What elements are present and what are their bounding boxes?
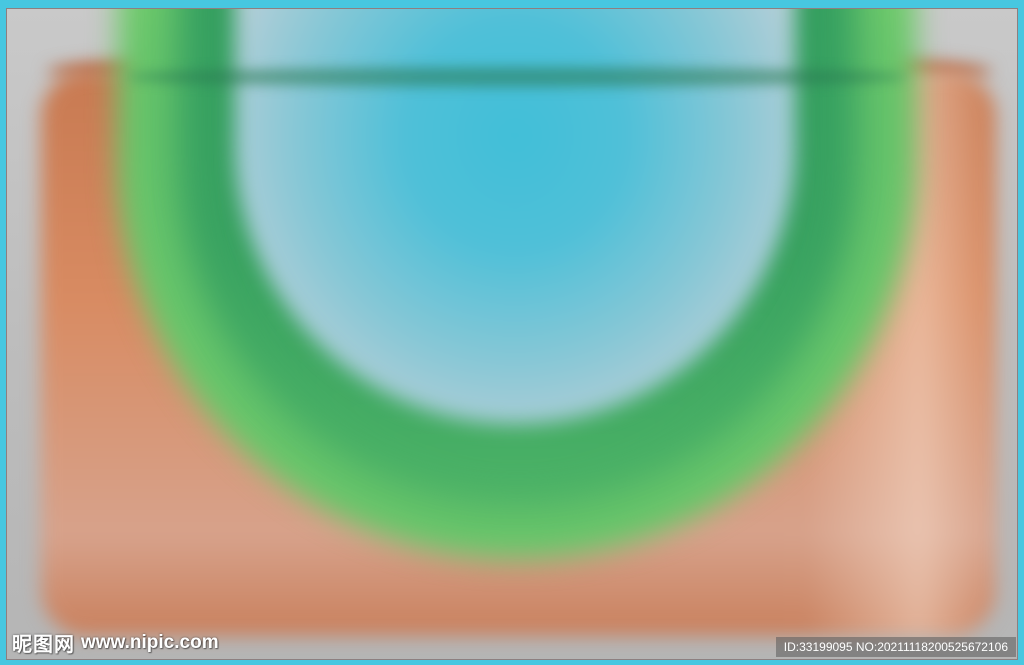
watermark-logo: 昵图网 www.nipic.com [12,628,219,657]
watermark-id: ID:33199095 NO:20211118200525672106 [775,637,1016,657]
watermark-logo-text: 昵图网 [12,632,75,656]
watermark-site: www.nipic.com [81,631,219,653]
relief-image: 昵图网 www.nipic.com ID:33199095 NO:2021111… [0,0,1024,665]
grey-bevel-frame [6,8,1018,660]
top-edge-shadow [127,67,907,87]
